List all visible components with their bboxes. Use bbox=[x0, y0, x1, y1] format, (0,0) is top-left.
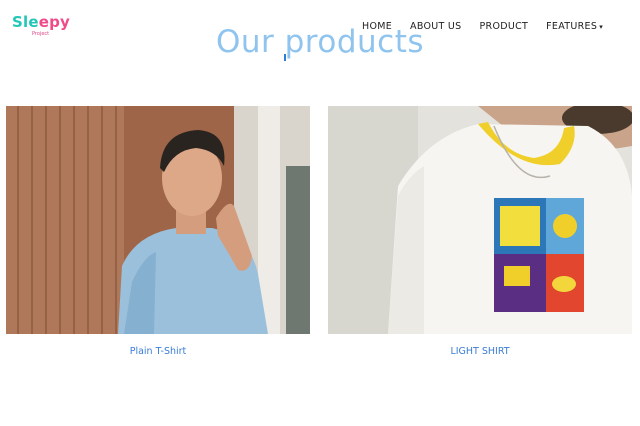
product-photo-image bbox=[328, 106, 632, 334]
page-title: Our products bbox=[215, 24, 425, 60]
product-name[interactable]: LIGHT SHIRT bbox=[328, 346, 632, 357]
product-card[interactable]: LIGHT SHIRT bbox=[328, 106, 632, 357]
product-photo-image bbox=[6, 106, 310, 334]
text-cursor-mark bbox=[284, 54, 286, 61]
product-photo[interactable] bbox=[6, 106, 310, 334]
product-name[interactable]: Plain T-Shirt bbox=[6, 346, 310, 357]
product-photo[interactable] bbox=[328, 106, 632, 334]
product-card[interactable]: Plain T-Shirt bbox=[6, 106, 310, 357]
